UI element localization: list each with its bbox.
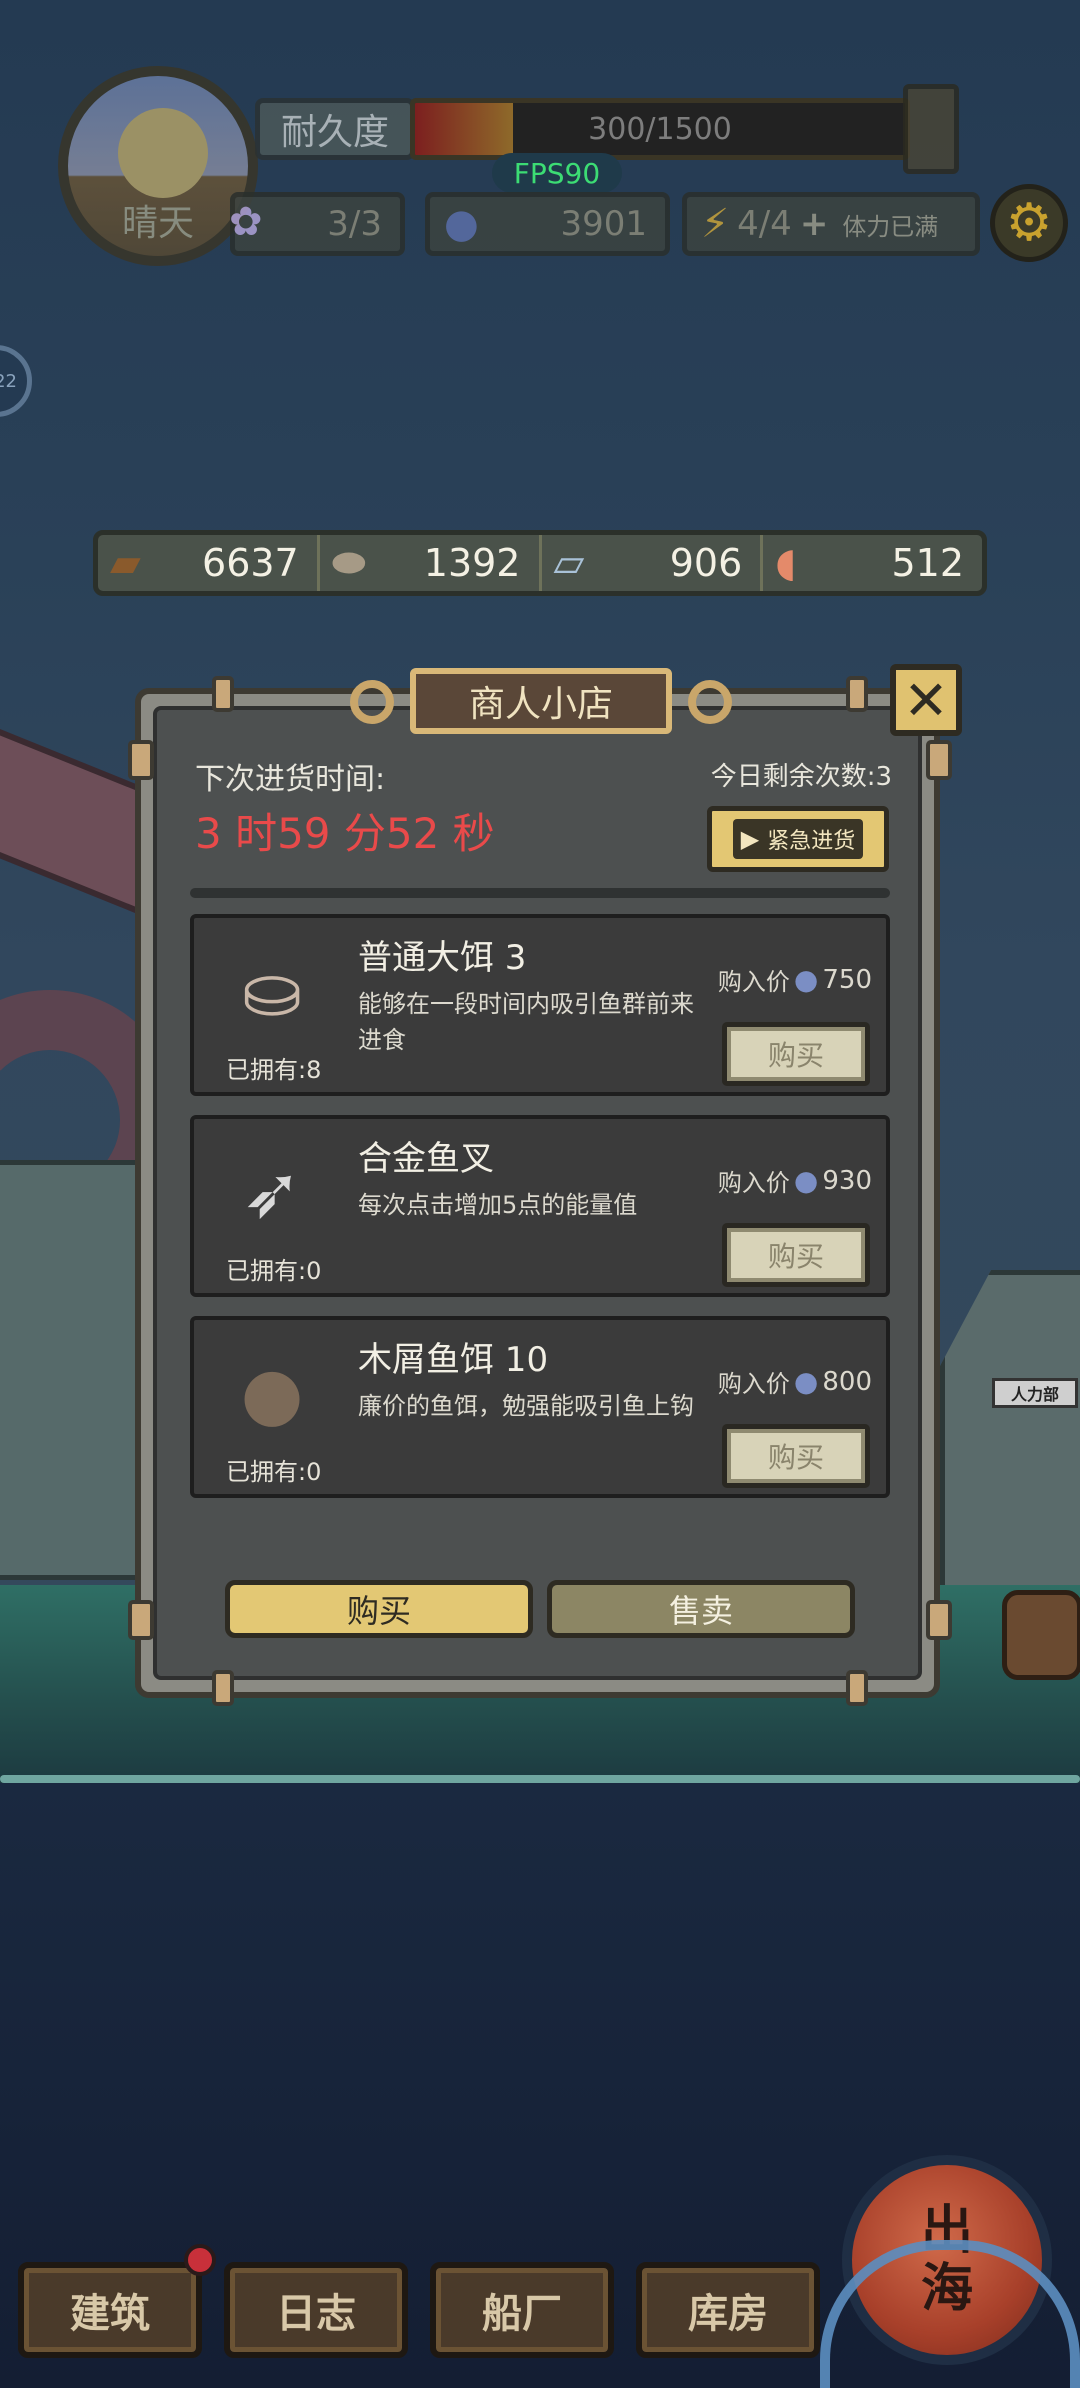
bait-basket-icon: ⛀: [241, 949, 303, 1033]
price-label: 购入价: [717, 1370, 790, 1398]
resource-value: 1392: [423, 541, 521, 585]
title-ring-right: [688, 680, 732, 724]
price-value: 930: [822, 1165, 872, 1196]
nav-building[interactable]: 建筑: [18, 2262, 202, 2358]
coin-count: 3901: [560, 204, 647, 244]
wood-log-icon: ▰: [110, 540, 141, 586]
bait-counter[interactable]: ✿ 3/3: [229, 192, 405, 256]
item-description: 能够在一段时间内吸引鱼群前来进食: [358, 990, 694, 1054]
settings-gear-icon[interactable]: ⚙: [990, 184, 1068, 262]
durability-bar: 300/1500: [410, 98, 910, 160]
price-value: 750: [822, 964, 872, 995]
stone-icon: ⬬: [331, 540, 366, 586]
urgent-restock-inner: ▶ 紧急进货: [732, 819, 864, 859]
item-price: 购入价 ● 800: [718, 1364, 872, 1399]
owned-count: 已拥有:0: [226, 1257, 322, 1285]
add-energy-icon[interactable]: +: [800, 204, 829, 244]
weather-label: 晴天: [121, 203, 194, 244]
ship-sign: 人力部: [992, 1378, 1078, 1408]
item-description: 廉价的鱼饵，勉强能吸引鱼上钩: [358, 1392, 694, 1420]
sea-line: [0, 1775, 1080, 1783]
shop-item: ➶ 已拥有:0 合金鱼叉 每次点击增加5点的能量值 购入价 ● 930 购买: [190, 1115, 890, 1297]
remaining-restocks: 今日剩余次数:3: [710, 762, 892, 792]
fish-meat-icon: ◖: [775, 540, 797, 586]
tab-buy[interactable]: 购买: [225, 1580, 533, 1638]
owned-count: 已拥有:0: [226, 1458, 322, 1486]
owned-count: 已拥有:8: [226, 1056, 322, 1084]
nav-shipyard[interactable]: 船厂: [430, 2262, 614, 2358]
price-value: 800: [822, 1366, 872, 1397]
restock-label: 下次进货时间:: [195, 762, 386, 797]
barrel: [1002, 1590, 1080, 1680]
resource-value: 906: [669, 541, 743, 585]
close-icon: ✕: [903, 668, 949, 732]
frame-bolt: [846, 676, 868, 712]
resource-fish: ◖ 512: [763, 535, 982, 591]
title-ring-left: [350, 680, 394, 724]
resource-value: 6637: [202, 541, 299, 585]
durability-label: 耐久度: [255, 98, 415, 160]
urgent-restock-button[interactable]: ▶ 紧急进货: [707, 806, 889, 872]
resource-iron: ▱ 906: [542, 535, 764, 591]
item-price: 购入价 ● 930: [718, 1163, 872, 1198]
fps-counter: FPS90: [492, 153, 622, 193]
frame-bolt: [846, 1670, 868, 1706]
bait-count: 3/3: [327, 204, 382, 244]
shop-item: ● 已拥有:0 木屑鱼饵 10 廉价的鱼饵，勉强能吸引鱼上钩 购入价 ● 800…: [190, 1316, 890, 1498]
iron-ingot-icon: ▱: [553, 540, 585, 586]
sawdust-bait-icon: ●: [240, 1351, 304, 1435]
tab-sell[interactable]: 售卖: [547, 1580, 855, 1638]
shop-title: 商人小店: [410, 668, 672, 734]
frame-bolt: [212, 676, 234, 712]
energy-count: 4/4: [737, 204, 792, 244]
resource-stone: ⬬ 1392: [320, 535, 542, 591]
frame-bolt: [926, 740, 952, 780]
nav-log[interactable]: 日志: [224, 2262, 408, 2358]
lightning-icon: ⚡: [701, 201, 730, 247]
squid-bait-icon: ✿: [229, 199, 263, 245]
video-camera-icon: ▶: [740, 825, 760, 853]
durability-bar-cap: [903, 84, 959, 174]
buy-button[interactable]: 购买: [722, 1223, 870, 1287]
price-label: 购入价: [717, 968, 790, 996]
buy-button[interactable]: 购买: [722, 1022, 870, 1086]
close-button[interactable]: ✕: [890, 664, 962, 736]
urgent-restock-label: 紧急进货: [767, 829, 856, 854]
sun-icon: [118, 108, 208, 198]
durability-value: 300/1500: [588, 111, 732, 147]
harpoon-icon: ➶: [241, 1150, 303, 1234]
frame-bolt: [128, 1600, 154, 1640]
frame-bolt: [926, 1600, 952, 1640]
frame-bolt: [128, 740, 154, 780]
fish-coin-icon: ●: [793, 963, 819, 996]
resource-value: 512: [891, 541, 964, 585]
item-name: 合金鱼叉: [358, 1139, 494, 1179]
resources-bar: ▰ 6637 ⬬ 1392 ▱ 906 ◖ 512: [93, 530, 987, 596]
buy-button[interactable]: 购买: [722, 1424, 870, 1488]
energy-status: 体力已满: [842, 212, 939, 241]
price-label: 购入价: [717, 1169, 790, 1197]
coin-counter[interactable]: ● 3901: [425, 192, 670, 256]
restock-countdown: 3 时59 分52 秒: [195, 809, 495, 858]
item-name: 普通大饵 3: [358, 938, 527, 978]
frame-bolt: [212, 1670, 234, 1706]
fish-coin-icon: ●: [444, 201, 479, 247]
item-price: 购入价 ● 750: [718, 962, 872, 997]
resource-wood: ▰ 6637: [98, 535, 320, 591]
energy-counter[interactable]: ⚡ 4/4 + 体力已满: [682, 192, 980, 256]
shop-item: ⛀ 已拥有:8 普通大饵 3 能够在一段时间内吸引鱼群前来进食 购入价 ● 75…: [190, 914, 890, 1096]
item-description: 每次点击增加5点的能量值: [358, 1191, 638, 1219]
item-name: 木屑鱼饵 10: [358, 1340, 549, 1380]
notification-dot: [184, 2244, 216, 2276]
fish-coin-icon: ●: [793, 1164, 819, 1197]
fish-coin-icon: ●: [793, 1365, 819, 1398]
weather-indicator[interactable]: 晴天: [58, 66, 258, 266]
divider: [190, 888, 890, 898]
nav-warehouse[interactable]: 库房: [636, 2262, 820, 2358]
